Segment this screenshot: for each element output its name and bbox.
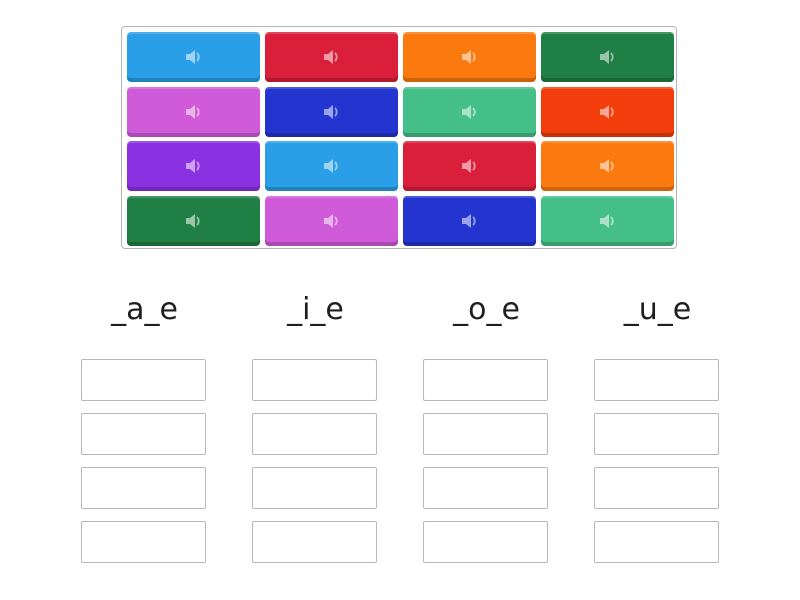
drop-slot[interactable] — [594, 467, 719, 509]
audio-tile[interactable] — [541, 195, 674, 246]
drop-slot[interactable] — [423, 359, 548, 401]
drop-slot[interactable] — [423, 467, 548, 509]
drop-slot[interactable] — [81, 467, 206, 509]
speaker-icon — [461, 159, 476, 173]
audio-tile[interactable] — [127, 86, 260, 137]
audio-tile[interactable] — [403, 86, 536, 137]
audio-tile[interactable] — [541, 32, 674, 82]
tile-board — [121, 26, 677, 249]
audio-tile[interactable] — [265, 86, 398, 137]
drop-slot[interactable] — [252, 359, 377, 401]
audio-tile[interactable] — [541, 86, 674, 137]
speaker-icon — [599, 213, 614, 228]
audio-tile[interactable] — [403, 195, 536, 246]
drop-slot[interactable] — [252, 521, 377, 563]
speaker-icon — [599, 104, 614, 119]
audio-tile[interactable] — [127, 141, 260, 191]
drop-slot[interactable] — [81, 359, 206, 401]
speaker-icon — [323, 50, 338, 64]
speaker-icon — [599, 159, 614, 173]
drop-slot[interactable] — [594, 521, 719, 563]
speaker-icon — [461, 104, 476, 119]
speaker-icon — [185, 104, 200, 119]
group-heading: _i_e — [287, 292, 344, 327]
drop-slot[interactable] — [423, 521, 548, 563]
audio-tile[interactable] — [265, 141, 398, 191]
drop-slot[interactable] — [81, 521, 206, 563]
speaker-icon — [185, 213, 200, 228]
drop-slot[interactable] — [423, 413, 548, 455]
audio-tile[interactable] — [265, 32, 398, 82]
audio-tile[interactable] — [265, 195, 398, 246]
speaker-icon — [461, 50, 476, 64]
drop-slot[interactable] — [252, 413, 377, 455]
audio-tile[interactable] — [127, 32, 260, 82]
speaker-icon — [599, 50, 614, 64]
drop-slot[interactable] — [594, 413, 719, 455]
activity-area: _a_e _i_e _o_e _u_e — [0, 0, 800, 600]
drop-slot[interactable] — [594, 359, 719, 401]
group-heading: _a_e — [111, 292, 178, 327]
speaker-icon — [323, 159, 338, 173]
group-heading: _o_e — [453, 292, 520, 327]
speaker-icon — [185, 159, 200, 173]
audio-tile[interactable] — [541, 141, 674, 191]
speaker-icon — [323, 213, 338, 228]
drop-slot[interactable] — [252, 467, 377, 509]
speaker-icon — [461, 213, 476, 228]
speaker-icon — [185, 50, 200, 64]
audio-tile[interactable] — [127, 195, 260, 246]
audio-tile[interactable] — [403, 141, 536, 191]
drop-slot[interactable] — [81, 413, 206, 455]
audio-tile[interactable] — [403, 32, 536, 82]
speaker-icon — [323, 104, 338, 119]
group-heading: _u_e — [623, 292, 692, 327]
